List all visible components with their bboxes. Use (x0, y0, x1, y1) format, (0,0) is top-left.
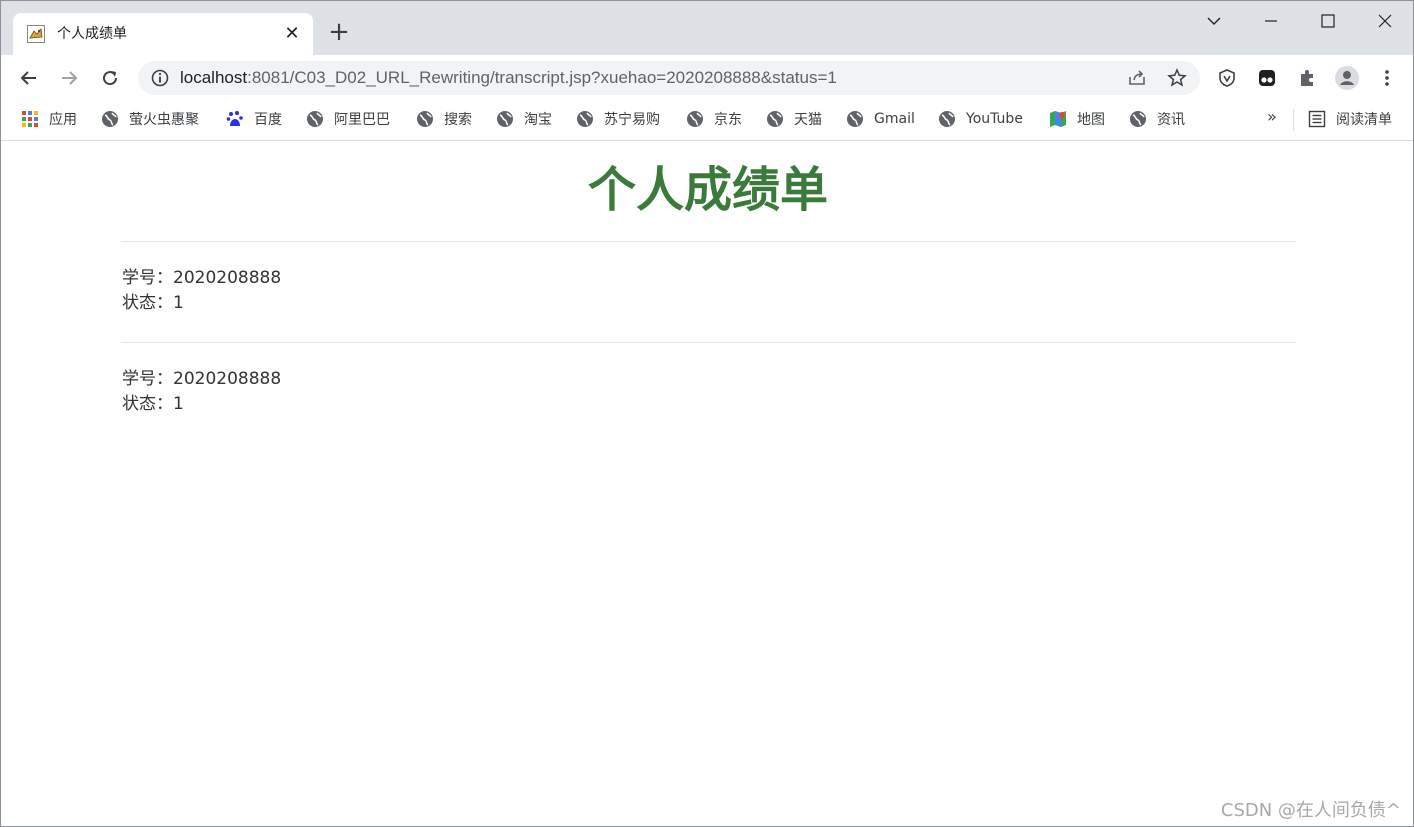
extensions-puzzle-icon[interactable] (1292, 63, 1322, 93)
tampermonkey-extension-icon[interactable] (1252, 63, 1282, 93)
record-block: 学号：2020208888 状态：1 (122, 266, 281, 316)
bookmark-gmail[interactable]: Gmail (846, 109, 915, 129)
browser-window: 个人成绩单 ✕ + localhost:8081/C03_D02_URL_Rew… (0, 0, 1414, 827)
back-arrow-icon[interactable] (14, 63, 44, 93)
bookmark-youtube[interactable]: YouTube (938, 109, 1023, 129)
bookmark-label: 天猫 (794, 112, 822, 128)
baidu-paw-icon (226, 111, 243, 126)
minimize-icon[interactable] (1251, 9, 1291, 33)
bookmark-label: 资讯 (1157, 112, 1185, 128)
bookmark-yinghuochong[interactable]: 萤火虫惠聚 (101, 109, 199, 129)
bookmark-label: 萤火虫惠聚 (129, 112, 199, 128)
tab-active[interactable]: 个人成绩单 ✕ (13, 13, 313, 55)
xuehao-line: 学号：2020208888 (122, 369, 282, 389)
reading-list-icon (1308, 110, 1326, 128)
status-line: 状态：1 (122, 293, 184, 313)
bookmark-alibaba[interactable]: 阿里巴巴 (306, 109, 390, 129)
address-bar[interactable]: localhost:8081/C03_D02_URL_Rewriting/tra… (138, 61, 1200, 95)
globe-icon (417, 111, 433, 127)
tab-search-chevron-icon[interactable] (1194, 9, 1234, 33)
bookmark-apps[interactable]: 应用 (21, 109, 77, 129)
bookmark-label: 阿里巴巴 (334, 112, 390, 128)
tab-close-icon[interactable]: ✕ (281, 23, 303, 45)
globe-icon (102, 111, 118, 127)
globe-icon (307, 111, 323, 127)
url-host: localhost (180, 68, 248, 87)
url-path: :8081/C03_D02_URL_Rewriting/transcript.j… (247, 68, 837, 87)
divider (121, 241, 1296, 242)
bookmarks-overflow-chevron-icon[interactable]: » (1267, 107, 1277, 126)
close-window-icon[interactable] (1365, 9, 1405, 33)
globe-icon (847, 111, 863, 127)
share-icon[interactable] (1126, 67, 1148, 89)
bookmark-news[interactable]: 资讯 (1129, 109, 1185, 129)
bookmark-label: 百度 (254, 112, 282, 128)
maximize-icon[interactable] (1308, 9, 1348, 33)
menu-kebab-icon[interactable] (1372, 63, 1402, 93)
bookmark-label: 淘宝 (524, 112, 552, 128)
divider (121, 342, 1296, 343)
tomcat-favicon-icon (27, 25, 45, 43)
bookmark-jd[interactable]: 京东 (686, 109, 742, 129)
bookmark-maps[interactable]: 地图 (1049, 109, 1105, 129)
globe-icon (497, 111, 513, 127)
page-title: 个人成绩单 (587, 162, 828, 218)
bookmark-label: 苏宁易购 (604, 112, 660, 128)
reload-icon[interactable] (95, 63, 125, 93)
bookmark-baidu[interactable]: 百度 (226, 109, 282, 129)
bookmark-taobao[interactable]: 淘宝 (496, 109, 552, 129)
bookmarks-bar: 应用 萤火虫惠聚 百度 阿里巴巴 搜索 淘宝 苏宁易购 京东 天猫 Gmail … (1, 101, 1413, 141)
status-line: 状态：1 (122, 394, 184, 414)
globe-icon (577, 111, 593, 127)
forward-arrow-icon[interactable] (54, 63, 84, 93)
globe-icon (939, 111, 955, 127)
profile-avatar-icon[interactable] (1332, 63, 1362, 93)
csdn-watermark: CSDN @在人间负债^ (1220, 800, 1401, 821)
maps-icon (1050, 111, 1066, 127)
site-info-icon[interactable] (150, 68, 170, 88)
new-tab-button[interactable]: + (327, 19, 351, 45)
xuehao-line: 学号：2020208888 (122, 268, 282, 288)
url-text[interactable]: localhost:8081/C03_D02_URL_Rewriting/tra… (180, 68, 837, 88)
globe-icon (767, 111, 783, 127)
page-content: 个人成绩单 学号：2020208888 状态：1 学号：2020208888 状… (1, 142, 1413, 826)
reading-list-button[interactable]: 阅读清单 (1308, 109, 1392, 129)
bookmarks-divider (1293, 109, 1294, 131)
reading-list-label: 阅读清单 (1336, 112, 1392, 128)
bookmark-label: Gmail (874, 111, 915, 127)
apps-grid-icon (22, 111, 38, 127)
bookmark-label: 应用 (49, 112, 77, 128)
tab-title: 个人成绩单 (57, 26, 127, 42)
bookmark-search[interactable]: 搜索 (416, 109, 472, 129)
globe-icon (687, 111, 703, 127)
shield-extension-icon[interactable] (1212, 63, 1242, 93)
bookmark-label: 搜索 (444, 112, 472, 128)
bookmark-star-icon[interactable] (1166, 67, 1188, 89)
bookmark-tmall[interactable]: 天猫 (766, 109, 822, 129)
record-block: 学号：2020208888 状态：1 (122, 367, 281, 417)
tab-strip: 个人成绩单 ✕ + (1, 1, 1413, 55)
browser-toolbar: localhost:8081/C03_D02_URL_Rewriting/tra… (1, 55, 1413, 101)
bookmark-label: 地图 (1077, 112, 1105, 128)
globe-icon (1130, 111, 1146, 127)
bookmark-label: YouTube (966, 111, 1023, 127)
bookmark-suning[interactable]: 苏宁易购 (576, 109, 660, 129)
bookmark-label: 京东 (714, 112, 742, 128)
